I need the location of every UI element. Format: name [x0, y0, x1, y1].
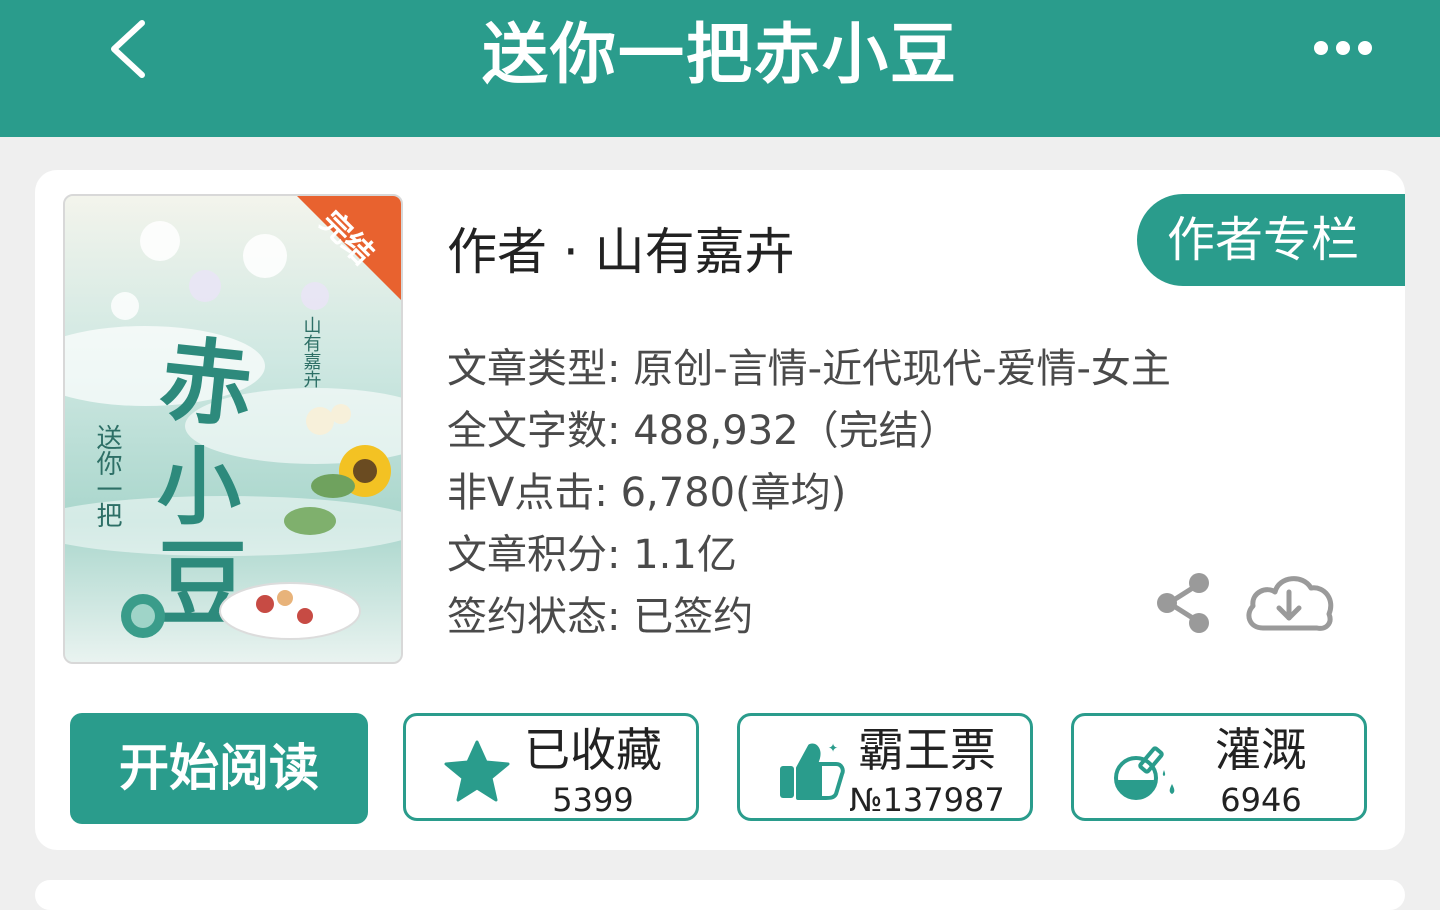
book-meta: 文章类型: 原创-言情-近代现代-爱情-女主 全文字数: 488,932（完结）… — [447, 338, 1267, 648]
meta-label: 文章类型: — [447, 346, 634, 392]
irrigate-label: 灌溉 — [1215, 723, 1307, 777]
book-cover[interactable]: 赤 小 豆 送你一把 山有嘉卉 完结 — [63, 194, 403, 664]
page-title: 送你一把赤小豆 — [482, 16, 958, 93]
author-column-button[interactable]: 作者专栏 — [1137, 194, 1405, 286]
favorite-label: 已收藏 — [524, 723, 662, 777]
irrigate-button[interactable]: 灌溉 6946 — [1071, 713, 1367, 821]
meta-score: 文章积分: 1.1亿 — [447, 524, 1267, 586]
svg-text:送你一把: 送你一把 — [92, 424, 122, 528]
favorite-button[interactable]: 已收藏 5399 — [403, 713, 699, 821]
meta-value: 已签约 — [633, 594, 754, 640]
meta-type: 文章类型: 原创-言情-近代现代-爱情-女主 — [447, 338, 1267, 400]
meta-label: 签约状态: — [447, 594, 634, 640]
cover-art: 赤 小 豆 送你一把 山有嘉卉 完结 — [65, 196, 401, 662]
meta-contract: 签约状态: 已签约 — [447, 586, 1267, 648]
cloud-download-icon — [1246, 576, 1334, 631]
svg-text:山有嘉卉: 山有嘉卉 — [301, 316, 322, 388]
download-button[interactable] — [1241, 568, 1337, 638]
meta-label: 非V点击: — [447, 470, 621, 516]
share-button[interactable] — [1153, 570, 1213, 636]
start-reading-button[interactable]: 开始阅读 — [70, 713, 368, 824]
meta-value: 6,780(章均) — [620, 470, 847, 516]
svg-text:小: 小 — [157, 437, 241, 536]
meta-label: 全文字数: — [447, 408, 634, 454]
favorite-count: 5399 — [552, 781, 634, 819]
meta-value: 原创-言情-近代现代-爱情-女主 — [633, 346, 1171, 392]
book-info-card: 赤 小 豆 送你一把 山有嘉卉 完结 作者 · 山有嘉卉 作者专栏 文章类型: … — [35, 170, 1405, 850]
ticket-button[interactable]: ✦ 霸王票 №137987 — [737, 713, 1033, 821]
meta-value: 488,932（完结） — [633, 408, 959, 454]
ticket-label: 霸王票 — [858, 723, 996, 777]
meta-clicks: 非V点击: 6,780(章均) — [447, 462, 1267, 524]
svg-text:赤: 赤 — [155, 324, 258, 441]
author-name[interactable]: 作者 · 山有嘉卉 — [447, 222, 795, 282]
more-dots-icon — [1314, 41, 1372, 55]
next-card-edge — [35, 880, 1405, 910]
irrigate-count: 6946 — [1220, 781, 1302, 819]
meta-word-count: 全文字数: 488,932（完结） — [447, 400, 1267, 462]
share-icon — [1157, 573, 1209, 633]
top-bar: 送你一把赤小豆 — [0, 0, 1440, 137]
meta-label: 文章积分: — [447, 532, 634, 578]
meta-value: 1.1亿 — [633, 532, 737, 578]
more-button[interactable] — [1308, 28, 1378, 68]
ticket-count: №137987 — [849, 781, 1005, 819]
